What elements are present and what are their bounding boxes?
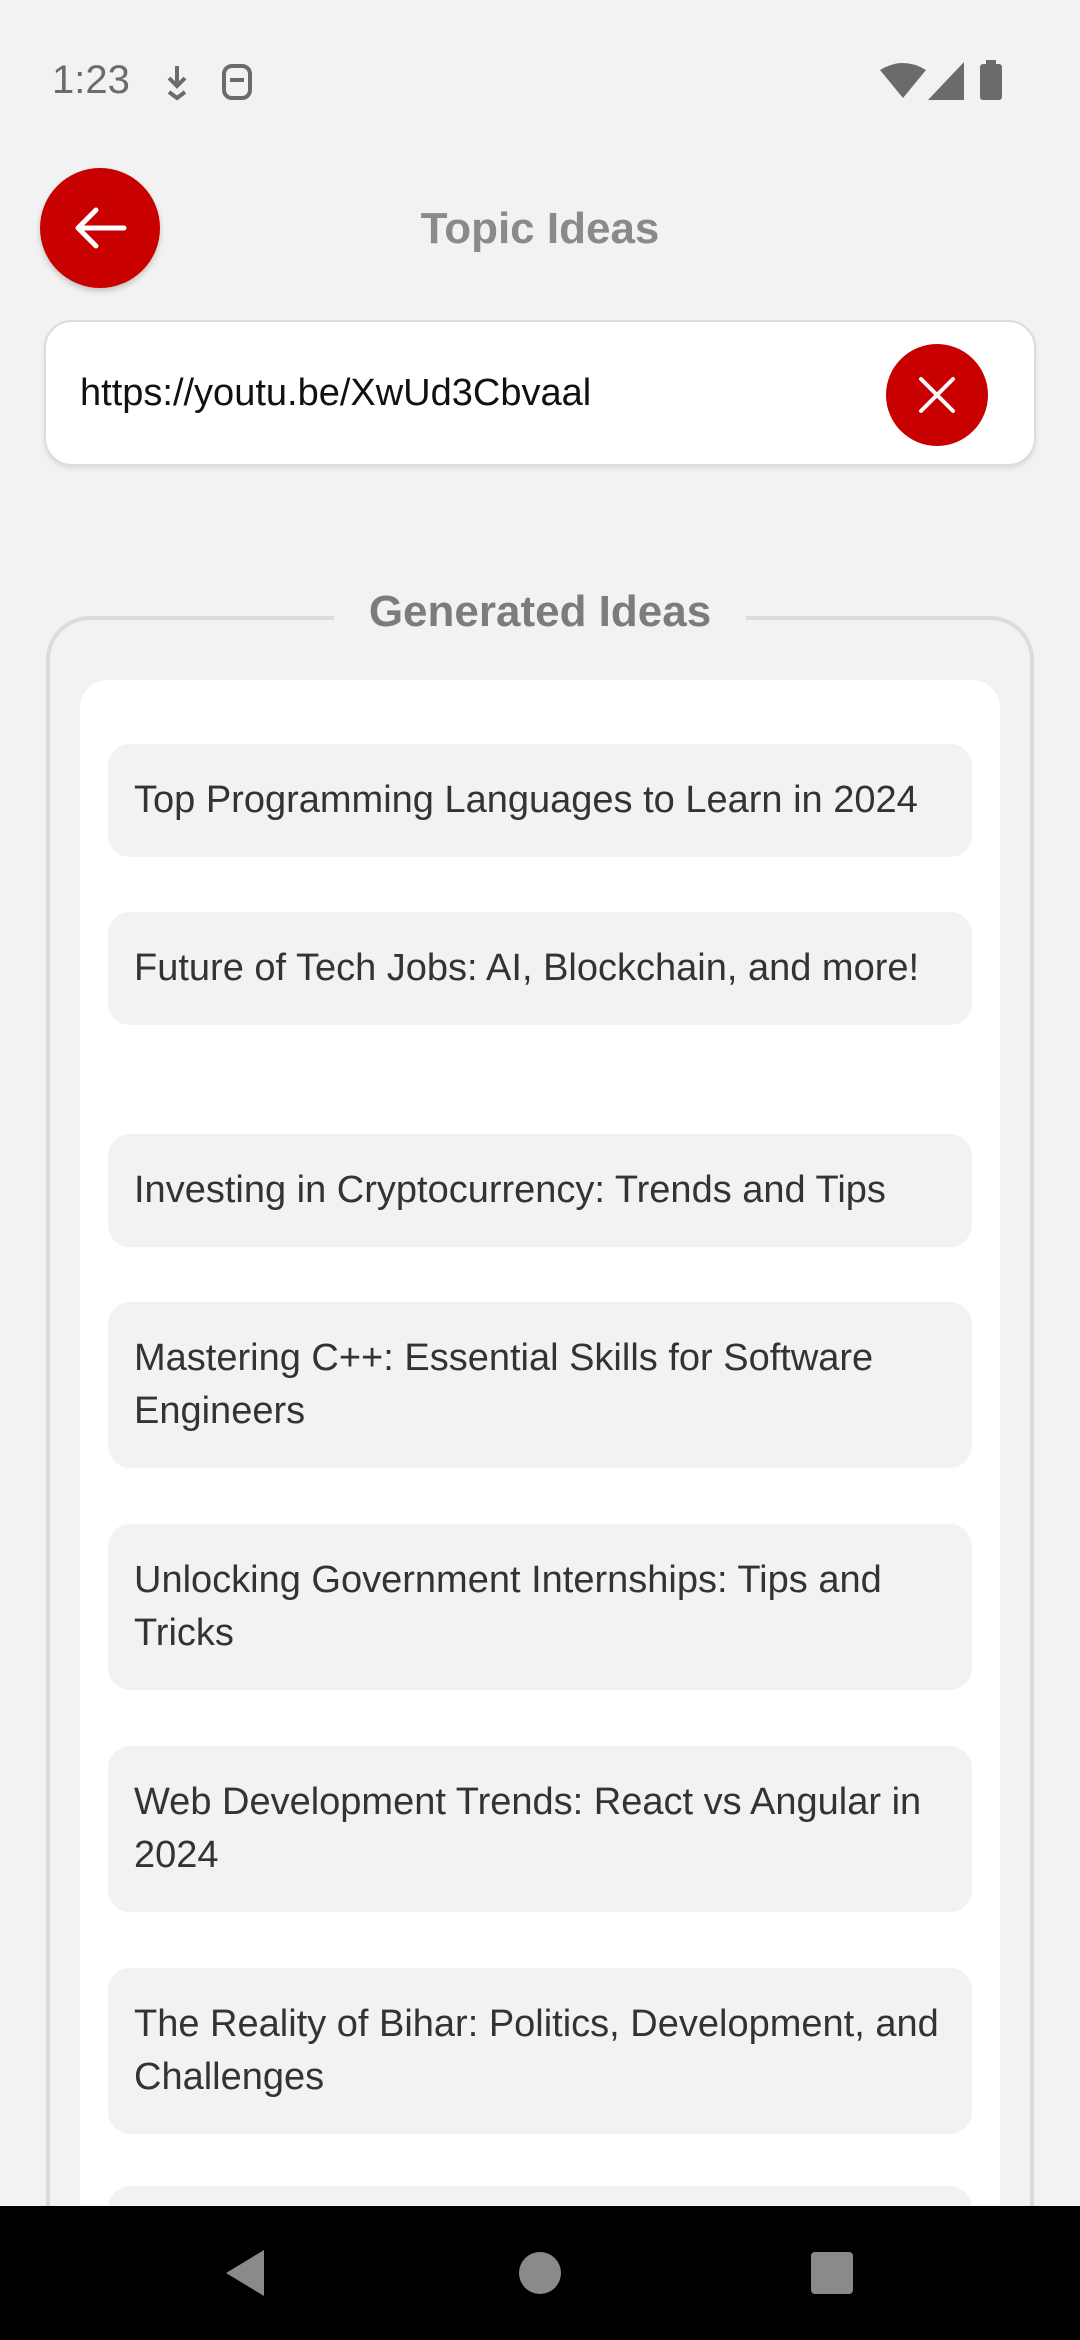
clear-url-button[interactable]: [886, 344, 988, 446]
idea-item[interactable]: Top Programming Languages to Learn in 20…: [108, 744, 972, 857]
url-input-value[interactable]: https://youtu.be/XwUd3Cbvaal: [80, 372, 591, 415]
battery-icon: [980, 60, 1002, 105]
url-input-field[interactable]: https://youtu.be/XwUd3Cbvaal: [44, 320, 1036, 466]
idea-item[interactable]: Web Development Trends: React vs Angular…: [108, 1746, 972, 1912]
back-triangle-icon: [226, 2250, 264, 2296]
signal-icon: [928, 62, 964, 105]
close-icon: [919, 377, 955, 413]
page-title: Topic Ideas: [420, 204, 660, 253]
nav-recents-button[interactable]: [787, 2206, 877, 2340]
nav-back-button[interactable]: [200, 2206, 290, 2340]
sim-icon: [220, 62, 254, 107]
download-icon: [160, 62, 194, 107]
home-circle-icon: [519, 2252, 561, 2294]
status-time: 1:23: [52, 58, 130, 102]
idea-item[interactable]: Mastering C++: Essential Skills for Soft…: [108, 1302, 972, 1468]
idea-item[interactable]: The Reality of Bihar: Politics, Developm…: [108, 1968, 972, 2134]
ideas-list[interactable]: Top Programming Languages to Learn in 20…: [80, 680, 1000, 2340]
recents-square-icon: [811, 2252, 853, 2294]
navigation-bar: [0, 2206, 1080, 2340]
wifi-icon: [880, 62, 926, 105]
generated-ideas-legend: Generated Ideas: [334, 586, 746, 638]
idea-item[interactable]: Unlocking Government Internships: Tips a…: [108, 1524, 972, 1690]
status-bar: 1:23: [0, 0, 1080, 170]
idea-item[interactable]: Investing in Cryptocurrency: Trends and …: [108, 1134, 972, 1247]
nav-home-button[interactable]: [495, 2206, 585, 2340]
idea-item[interactable]: Future of Tech Jobs: AI, Blockchain, and…: [108, 912, 972, 1025]
screen: 1:23 Topic Ideas https://youtu.be/XwUd3C…: [0, 0, 1080, 2340]
